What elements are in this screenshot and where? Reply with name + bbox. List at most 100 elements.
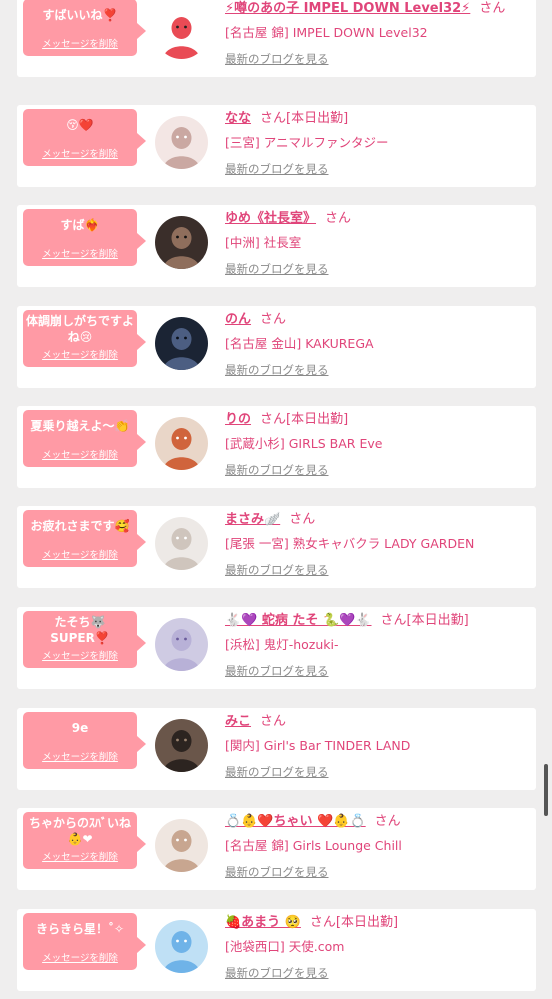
message-card: 😚❤️ メッセージを削除 なな さん[本日出勤] [三宮] アニマルファンタジー 最新のブ… [17,105,536,187]
woman-photo-avatar-icon[interactable] [155,116,208,169]
name-line: なな さん[本日出勤] [225,110,532,128]
latest-blog-link[interactable]: 最新のブログを見る [225,362,329,378]
message-card: お疲れさまです🥰 メッセージを削除 まさみ🪽 さん [尾張 一宮] 熟女キャバクラ LA… [17,506,536,588]
message-text: すば❤️‍🔥 [60,218,100,232]
name-line: 💍👶❤️ちゃい ❤️👶💍 さん [225,813,532,831]
name-line: みこ さん [225,713,532,731]
message-bubble: たそち🐺 SUPER❣️ メッセージを削除 [23,611,146,668]
shop-name: [浜松] 鬼灯-hozuki- [225,637,339,652]
message-card: きらきら星！˚✧ メッセージを削除 🍓あまう 🥺 さん[本日出勤] [池袋西口] 天使.… [17,909,536,991]
message-card: ちゃからのｽﾊﾞいね👶❤ メッセージを削除 💍👶❤️ちゃい ❤️👶💍 さん [名古屋 錦… [17,808,536,890]
redhead-photo-avatar-icon[interactable] [155,417,208,470]
delete-message-link[interactable]: メッセージを削除 [23,849,137,863]
shop-name: [武蔵小杉] GIRLS BAR Eve [225,436,383,451]
message-text: 体調崩しがちですよね😢 [25,314,134,344]
message-card: たそち🐺 SUPER❣️ メッセージを削除 🐇💜 蛇病 たそ 🐍💜🐇 さん[本日出勤]… [17,607,536,689]
name-suffix: さん [374,814,401,829]
shop-name: [名古屋 金山] KAKUREGA [225,336,374,351]
message-text: きらきら星！˚✧ [35,922,125,936]
message-card: すば❤️‍🔥 メッセージを削除 ゆめ《社長室》 さん [中洲] 社長室最新のブログを見る [17,205,536,287]
name-suffix: さん [289,512,316,527]
message-bubble: きらきら星！˚✧ メッセージを削除 [23,913,146,970]
message-text: すばいいね❣️ [42,8,118,22]
name-suffix: さん [325,211,352,226]
message-bubble: 😚❤️ メッセージを削除 [23,109,146,166]
name-line: まさみ🪽 さん [225,511,532,529]
message-card: すばいいね❣️ メッセージを削除 ⚡噂のあの子 IMPEL DOWN Level32… [17,0,536,77]
blue-hair-avatar-icon[interactable] [155,920,208,973]
silver-hair-avatar-icon[interactable] [155,618,208,671]
name-suffix: さん [479,1,506,16]
latest-blog-link[interactable]: 最新のブログを見る [225,51,329,67]
name-line: 🐇💜 蛇病 たそ 🐍💜🐇 さん[本日出勤] [225,612,532,630]
latest-blog-link[interactable]: 最新のブログを見る [225,764,329,780]
message-text: お疲れさまです🥰 [30,519,130,533]
message-bubble: 9e メッセージを削除 [23,712,146,769]
delete-message-link[interactable]: メッセージを削除 [23,547,137,561]
plush-toy-avatar-icon[interactable] [155,819,208,872]
shop-name: [中洲] 社長室 [225,235,302,250]
message-bubble: 体調崩しがちですよね😢 メッセージを削除 [23,310,146,367]
name-line: ゆめ《社長室》 さん [225,210,532,228]
cast-name-link[interactable]: 💍👶❤️ちゃい ❤️👶💍 [225,814,366,829]
name-suffix: さん [380,613,407,628]
message-text: ちゃからのｽﾊﾞいね👶❤ [28,816,131,846]
latest-blog-link[interactable]: 最新のブログを見る [225,462,329,478]
cast-name-link[interactable]: なな [225,111,251,126]
delete-message-link[interactable]: メッセージを削除 [23,36,137,50]
cast-name-link[interactable]: ゆめ《社長室》 [225,211,316,226]
message-text: 9e [71,721,89,735]
cast-name-link[interactable]: みこ [225,714,251,729]
dark-photo-avatar-icon[interactable] [155,216,208,269]
cast-name-link[interactable]: りの [225,412,251,427]
brown-photo-avatar-icon[interactable] [155,719,208,772]
latest-blog-link[interactable]: 最新のブログを見る [225,562,329,578]
cast-name-link[interactable]: 🐇💜 蛇病 たそ 🐍💜🐇 [225,613,372,628]
shop-name: [名古屋 錦] IMPEL DOWN Level32 [225,25,428,40]
portrait-photo-avatar-icon[interactable] [155,517,208,570]
police-cartoon-avatar-icon[interactable] [155,6,208,59]
latest-blog-link[interactable]: 最新のブログを見る [225,864,329,880]
message-text: たそち🐺 SUPER❣️ [50,615,110,645]
delete-message-link[interactable]: メッセージを削除 [23,447,137,461]
scrollbar[interactable] [544,764,548,816]
name-suffix: さん [260,714,287,729]
delete-message-link[interactable]: メッセージを削除 [23,347,137,361]
delete-message-link[interactable]: メッセージを削除 [23,950,137,964]
name-line: ⚡噂のあの子 IMPEL DOWN Level32⚡ さん [225,0,532,18]
cast-name-link[interactable]: 🍓あまう 🥺 [225,915,301,930]
attendance-badge: [本日出勤] [286,412,349,427]
attendance-badge: [本日出勤] [335,915,399,930]
message-text: 夏乗り越えよ〜👏 [30,419,130,433]
message-card: 夏乗り越えよ〜👏 メッセージを削除 りの さん[本日出勤] [武蔵小杉] GIRLS B… [17,406,536,488]
shop-name: [尾張 一宮] 熟女キャバクラ LADY GARDEN [225,536,475,551]
name-line: 🍓あまう 🥺 さん[本日出勤] [225,914,532,932]
cast-name-link[interactable]: まさみ🪽 [225,512,280,527]
delete-message-link[interactable]: メッセージを削除 [23,749,137,763]
night-photo-avatar-icon[interactable] [155,317,208,370]
message-bubble: 夏乗り越えよ〜👏 メッセージを削除 [23,410,146,467]
message-bubble: すば❤️‍🔥 メッセージを削除 [23,209,146,266]
message-text: 😚❤️ [66,118,94,132]
cast-name-link[interactable]: のん [225,312,251,327]
attendance-badge: [本日出勤] [286,111,349,126]
message-card: 体調崩しがちですよね😢 メッセージを削除 のん さん [名古屋 金山] KAKUREGA… [17,306,536,388]
cast-name-link[interactable]: ⚡噂のあの子 IMPEL DOWN Level32⚡ [225,1,470,16]
latest-blog-link[interactable]: 最新のブログを見る [225,965,329,981]
message-bubble: すばいいね❣️ メッセージを削除 [23,0,146,56]
attendance-badge: [本日出勤] [406,613,469,628]
name-line: のん さん [225,311,532,329]
name-suffix: さん [309,915,336,930]
delete-message-link[interactable]: メッセージを削除 [23,648,137,662]
delete-message-link[interactable]: メッセージを削除 [23,246,137,260]
latest-blog-link[interactable]: 最新のブログを見る [225,161,329,177]
latest-blog-link[interactable]: 最新のブログを見る [225,663,329,679]
shop-name: [名古屋 錦] Girls Lounge Chill [225,838,402,853]
delete-message-link[interactable]: メッセージを削除 [23,146,137,160]
name-suffix: さん [260,312,287,327]
message-bubble: ちゃからのｽﾊﾞいね👶❤ メッセージを削除 [23,812,146,869]
latest-blog-link[interactable]: 最新のブログを見る [225,261,329,277]
shop-name: [関内] Girl's Bar TINDER LAND [225,738,411,753]
shop-name: [池袋西口] 天使.com [225,939,345,954]
name-suffix: さん [260,412,287,427]
